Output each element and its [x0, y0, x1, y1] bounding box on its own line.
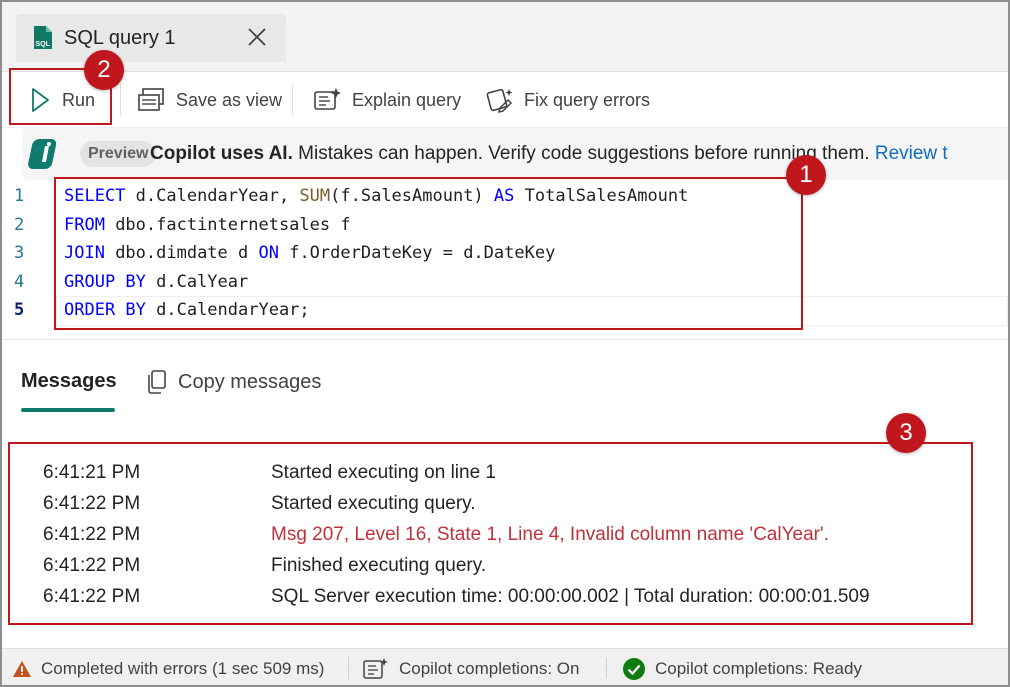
- run-button[interactable]: Run: [28, 84, 95, 116]
- toolbar-divider: [120, 84, 121, 116]
- sql-token: f.OrderDateKey = d.DateKey: [278, 243, 556, 264]
- code-line[interactable]: 5 ORDER BY d.CalendarYear;: [2, 296, 1008, 325]
- sql-keyword: FROM: [64, 214, 105, 235]
- banner-body-text: Mistakes can happen. Verify code suggest…: [292, 143, 875, 164]
- fix-query-errors-label: Fix query errors: [524, 89, 651, 110]
- code-text: GROUP BY d.CalYear: [64, 268, 248, 297]
- active-tab-indicator: [21, 408, 115, 412]
- copilot-ready-text: Copilot completions: Ready: [655, 659, 862, 678]
- code-text: FROM dbo.factinternetsales f: [64, 211, 351, 240]
- message-text: SQL Server execution time: 00:00:00.002 …: [271, 586, 870, 607]
- code-line[interactable]: 1 SELECT d.CalendarYear, SUM(f.SalesAmoun…: [2, 182, 1008, 211]
- code-line[interactable]: 4 GROUP BY d.CalYear: [2, 268, 1008, 297]
- copy-messages-button[interactable]: Copy messages: [146, 369, 321, 395]
- sql-token: dbo.dimdate d: [104, 243, 259, 264]
- sql-token: TotalSalesAmount: [514, 186, 689, 206]
- message-time: 6:41:22 PM: [43, 493, 141, 514]
- sql-keyword: SELECT: [64, 186, 126, 206]
- message-text: Started executing query.: [271, 493, 476, 514]
- sql-keyword: ORDER BY: [64, 300, 146, 321]
- warning-icon: [13, 661, 31, 677]
- status-divider: [348, 657, 349, 679]
- code-line[interactable]: 3 JOIN dbo.dimdate d ON f.OrderDateKey = …: [2, 239, 1008, 268]
- copilot-completions-icon: [363, 658, 388, 679]
- message-text: Started executing on line 1: [271, 462, 496, 483]
- callout-number-1: 1: [786, 155, 826, 195]
- explain-query-button[interactable]: Explain query: [312, 84, 461, 116]
- sql-editor[interactable]: 1 SELECT d.CalendarYear, SUM(f.SalesAmoun…: [2, 180, 1008, 340]
- sql-keyword: ON: [258, 243, 279, 264]
- line-number: 1: [14, 186, 25, 206]
- message-row: 6:41:22 PM SQL Server execution time: 00:…: [10, 583, 972, 611]
- check-circle-icon: [623, 658, 645, 680]
- status-copilot-ready[interactable]: Copilot completions: Ready: [622, 657, 862, 681]
- message-row: 6:41:22 PM Msg 207, Level 16, State 1, Li…: [10, 521, 972, 549]
- callout-number-3: 3: [886, 413, 926, 453]
- fix-query-errors-button[interactable]: Fix query errors: [486, 84, 650, 116]
- banner-message: Copilot uses AI. Mistakes can happen. Ve…: [150, 143, 948, 165]
- status-errors-text: Completed with errors (1 sec 509 ms): [41, 659, 325, 678]
- message-text: Finished executing query.: [271, 555, 487, 576]
- code-text: JOIN dbo.dimdate d ON f.OrderDateKey = d…: [64, 239, 555, 268]
- play-icon: [32, 88, 49, 112]
- message-row: 6:41:22 PM Started executing query.: [10, 490, 972, 518]
- code-text: SELECT d.CalendarYear, SUM(f.SalesAmount…: [64, 182, 688, 211]
- close-icon[interactable]: [246, 26, 268, 48]
- callout-number-2: 2: [84, 50, 124, 90]
- preview-badge: Preview: [80, 141, 157, 167]
- message-row: 6:41:21 PM Started executing on line 1: [10, 459, 972, 487]
- review-link[interactable]: Review t: [875, 143, 948, 164]
- copilot-preview-banner: Preview Copilot uses AI. Mistakes can ha…: [22, 128, 1010, 180]
- status-errors[interactable]: Completed with errors (1 sec 509 ms): [12, 657, 324, 681]
- copilot-logo-icon: [28, 139, 57, 169]
- run-label: Run: [62, 89, 96, 110]
- tab-messages[interactable]: Messages: [21, 370, 117, 393]
- save-as-view-button[interactable]: Save as view: [136, 84, 282, 116]
- tab-bar: SQL SQL query 1: [2, 2, 1008, 72]
- error-message-text: Msg 207, Level 16, State 1, Line 4, Inva…: [271, 524, 829, 545]
- copy-messages-label: Copy messages: [178, 370, 322, 393]
- sql-token: dbo.factinternetsales f: [104, 214, 351, 235]
- tab-title: SQL query 1: [64, 27, 176, 49]
- status-bar: Completed with errors (1 sec 509 ms) Cop…: [2, 648, 1008, 685]
- sql-function: SUM: [299, 186, 331, 206]
- sql-token: d.CalendarYear,: [125, 186, 300, 206]
- line-number: 2: [14, 214, 25, 235]
- sql-keyword: AS: [493, 186, 515, 206]
- message-time: 6:41:22 PM: [43, 555, 141, 576]
- results-tabs: Messages Copy messages: [2, 342, 1008, 432]
- query-toolbar: Run Save as view Explain query Fix query…: [2, 72, 1008, 128]
- svg-text:SQL: SQL: [36, 41, 51, 48]
- status-copilot-completions[interactable]: Copilot completions: On: [362, 657, 579, 681]
- copy-icon: [148, 370, 166, 394]
- status-divider: [606, 657, 607, 679]
- sql-keyword: JOIN: [64, 243, 105, 264]
- toolbar-divider: [292, 84, 293, 116]
- copilot-completions-text: Copilot completions: On: [399, 659, 580, 678]
- fix-errors-icon: [486, 88, 513, 114]
- explain-query-label: Explain query: [352, 89, 462, 110]
- save-view-icon: [138, 88, 164, 111]
- code-line[interactable]: 2 FROM dbo.factinternetsales f: [2, 211, 1008, 240]
- line-number: 4: [14, 271, 25, 292]
- sql-file-icon: SQL: [34, 26, 52, 49]
- explain-sparkle-icon: [314, 88, 341, 110]
- message-row: 6:41:22 PM Finished executing query.: [10, 552, 972, 580]
- message-time: 6:41:21 PM: [43, 462, 141, 483]
- banner-bold-text: Copilot uses AI.: [150, 143, 293, 164]
- sql-token: d.CalendarYear;: [145, 300, 310, 321]
- sql-token: (f.SalesAmount): [330, 186, 494, 206]
- line-number: 3: [14, 243, 25, 264]
- message-time: 6:41:22 PM: [43, 524, 141, 545]
- save-as-view-label: Save as view: [176, 89, 283, 110]
- sql-keyword: GROUP BY: [64, 271, 146, 292]
- tab-sql-query[interactable]: SQL SQL query 1: [16, 14, 286, 62]
- code-text: ORDER BY d.CalendarYear;: [64, 296, 310, 325]
- message-time: 6:41:22 PM: [43, 586, 141, 607]
- line-number: 5: [14, 300, 25, 321]
- sql-token: d.CalYear: [145, 271, 249, 292]
- messages-list: 6:41:21 PM Started executing on line 1 6:4…: [10, 445, 972, 623]
